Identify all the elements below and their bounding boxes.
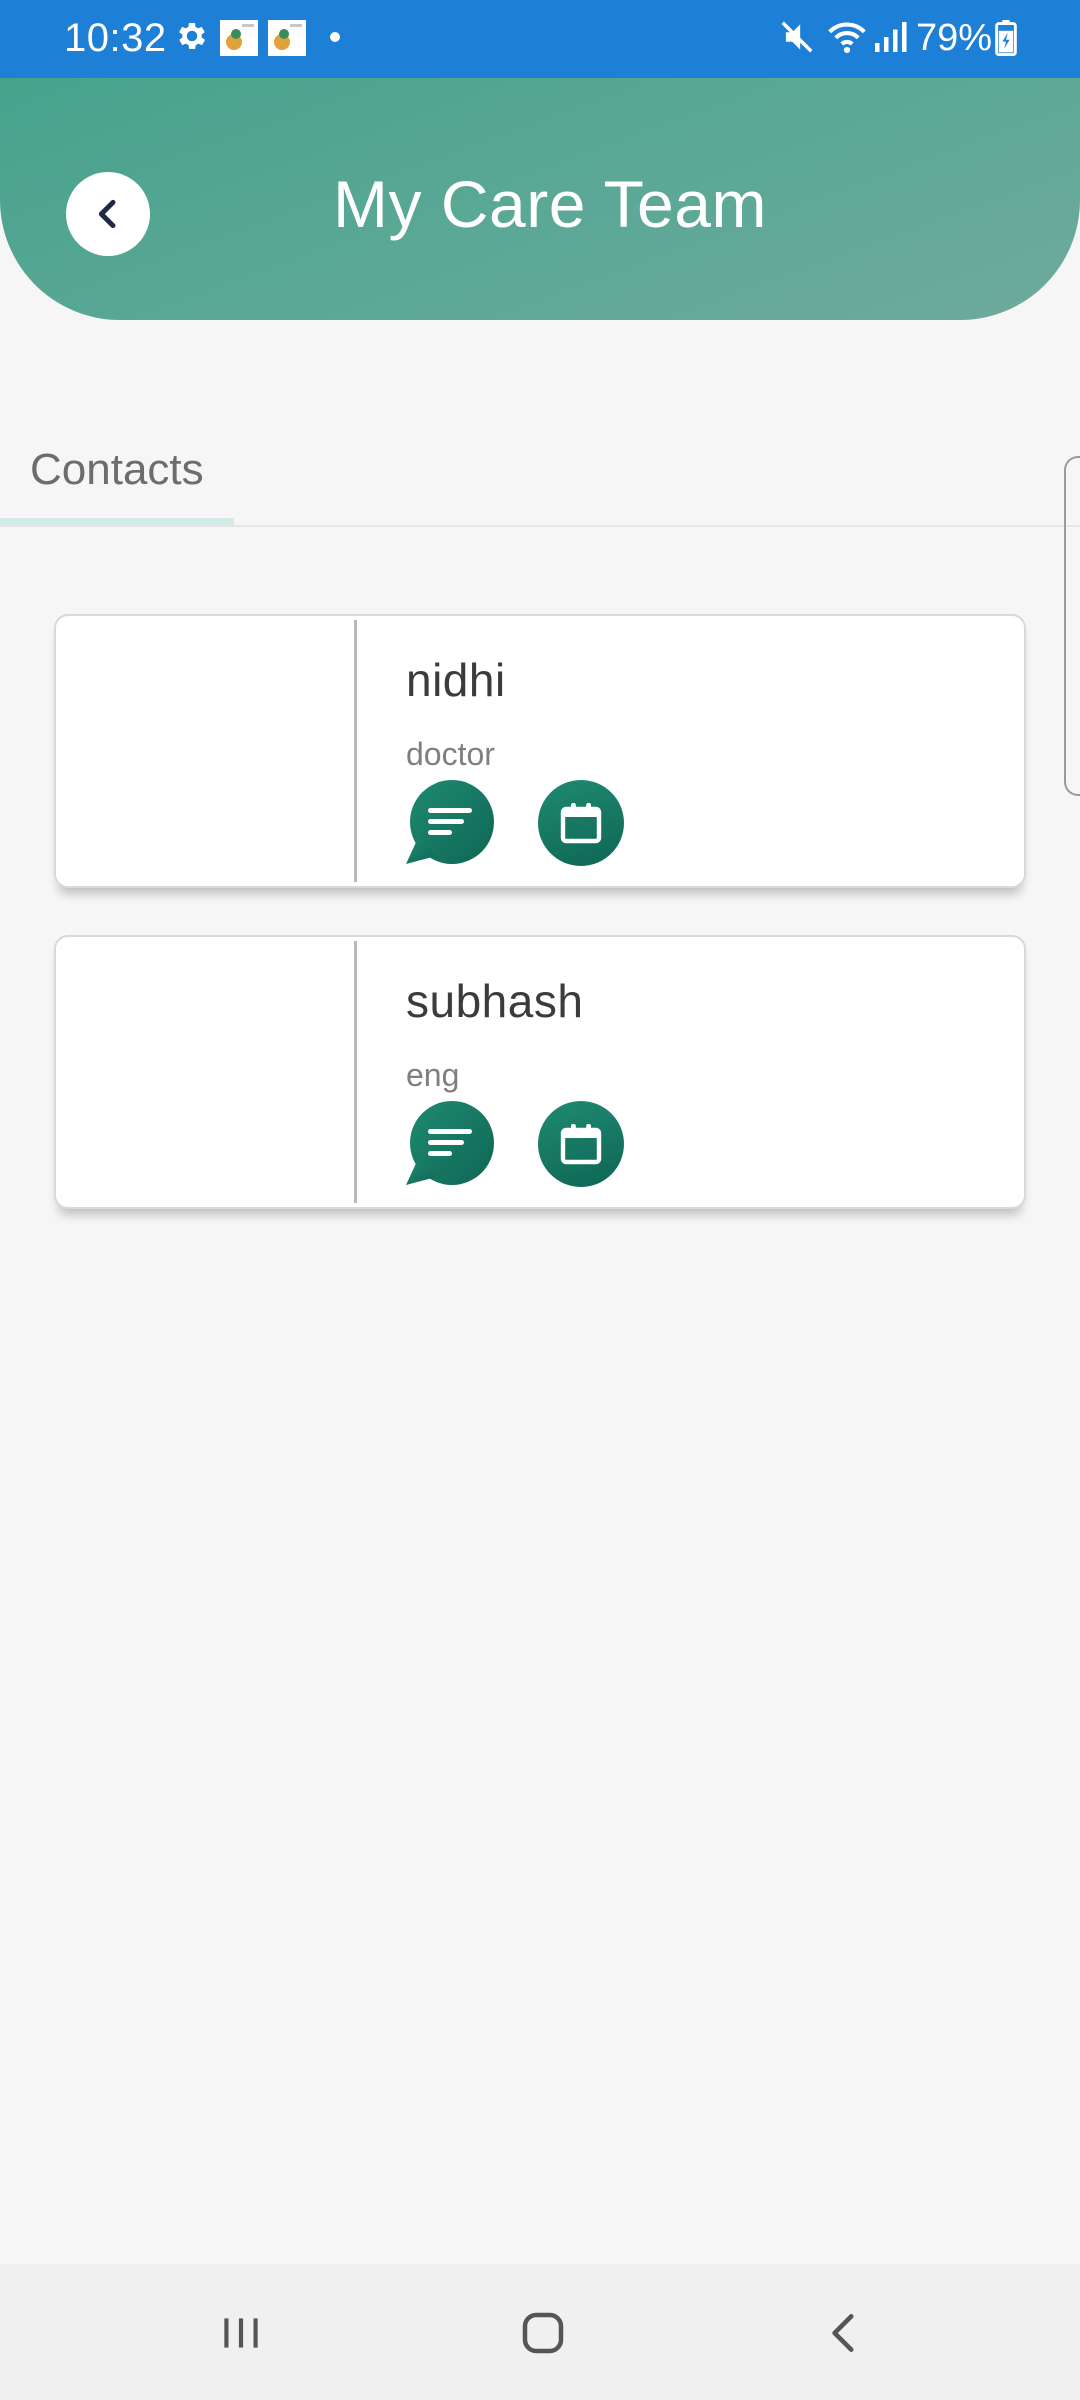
- tabs-divider: [0, 525, 1080, 527]
- app-notification-icon: [268, 20, 306, 56]
- contact-photo: [56, 937, 354, 1207]
- back-icon: [832, 2314, 854, 2352]
- gear-icon: [179, 22, 206, 50]
- contact-role: eng: [406, 1057, 460, 1093]
- contact-name: subhash: [406, 975, 584, 1027]
- tab-bar: Contacts: [0, 428, 1080, 528]
- recents-icon: [224, 2318, 258, 2348]
- card-divider: [354, 620, 357, 882]
- calendar-button[interactable]: [538, 1101, 624, 1187]
- dot-icon: [330, 32, 340, 42]
- contact-card[interactable]: nidhi doctor: [54, 614, 1026, 888]
- battery-icon: [995, 20, 1017, 56]
- tab-contacts-label: Contacts: [30, 445, 204, 494]
- system-back-button[interactable]: [800, 2288, 890, 2378]
- navigation-bar: [0, 2264, 1080, 2400]
- wifi-icon: [828, 22, 866, 54]
- chat-button[interactable]: [406, 780, 498, 872]
- chat-button[interactable]: [406, 1101, 498, 1193]
- calendar-button[interactable]: [538, 780, 624, 866]
- calendar-icon: [560, 1124, 602, 1165]
- side-panel-handle[interactable]: [1064, 456, 1080, 796]
- home-button[interactable]: [498, 2288, 588, 2378]
- header: My Care Team: [0, 78, 1080, 320]
- page-title: My Care Team: [333, 167, 767, 241]
- contact-role: doctor: [406, 736, 495, 772]
- battery-percentage: 79%: [916, 17, 993, 59]
- recents-button[interactable]: [196, 2288, 286, 2378]
- signal-icon: [875, 22, 907, 52]
- app-notification-icon: [220, 20, 258, 56]
- status-bar: 10:32 79%: [0, 0, 1080, 78]
- contact-card[interactable]: subhash eng: [54, 935, 1026, 1209]
- chat-icon: [406, 780, 494, 864]
- calendar-icon: [560, 803, 602, 844]
- contact-photo: [56, 616, 354, 886]
- tab-contacts[interactable]: Contacts: [0, 428, 234, 526]
- card-divider: [354, 941, 357, 1203]
- contact-name: nidhi: [406, 654, 506, 706]
- status-time: 10:32: [64, 16, 167, 60]
- mute-icon: [781, 21, 813, 53]
- chat-icon: [406, 1101, 494, 1185]
- home-icon: [522, 2312, 564, 2354]
